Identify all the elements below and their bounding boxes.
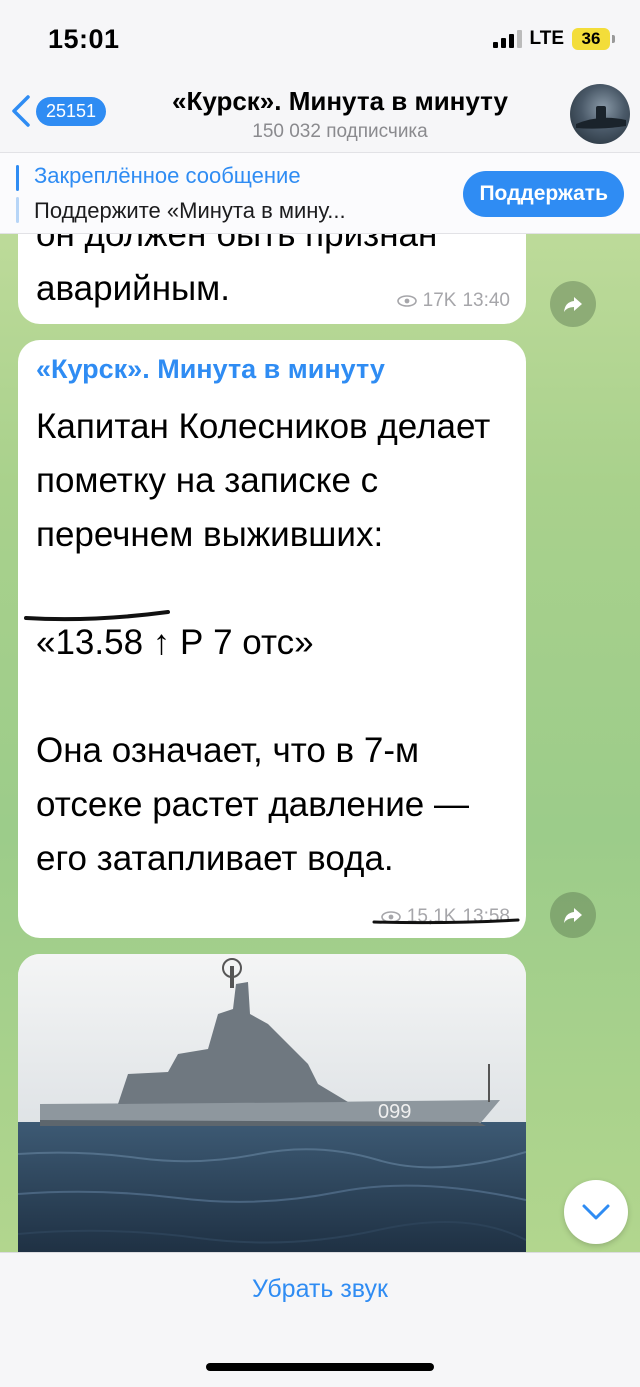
pinned-text: Поддержите «Минута в мину... xyxy=(34,198,346,223)
share-button[interactable] xyxy=(550,281,596,327)
handwritten-underline xyxy=(372,918,520,925)
network-type: LTE xyxy=(529,28,564,49)
submarine-image xyxy=(576,106,626,129)
message-paragraph: Капитан Колесников делает пометку на зап… xyxy=(36,407,491,554)
channel-info[interactable]: «Курск». Минута в минуту 150 032 подписч… xyxy=(130,86,550,143)
scroll-down-button[interactable] xyxy=(564,1180,628,1244)
back-button[interactable]: 25151 xyxy=(10,94,107,128)
message-text: он должен быть признан аварийным. xyxy=(36,234,437,316)
status-time: 15:01 xyxy=(48,24,120,54)
bottom-bar: Убрать звук xyxy=(0,1252,640,1387)
battery-level: 36 xyxy=(581,29,601,48)
handwritten-underline xyxy=(24,610,170,622)
message-line: аварийным. xyxy=(36,269,230,308)
pinned-indicator xyxy=(16,165,19,223)
share-icon xyxy=(564,908,582,923)
subscriber-count: 150 032 подписчика xyxy=(252,121,428,142)
message-paragraph: Она означает, что в 7-м отсеке растет да… xyxy=(36,731,469,878)
message-list[interactable]: он должен быть признан аварийным. 17K 13… xyxy=(0,234,640,1252)
status-bar: 15:01 LTE 36 xyxy=(0,0,640,80)
message-line: он должен быть признан xyxy=(36,234,438,254)
status-indicators: LTE 36 xyxy=(492,28,615,50)
message-meta: 17K 13:40 xyxy=(396,290,510,312)
hull-number: 099 xyxy=(378,1101,411,1123)
pinned-message-bar[interactable]: Закреплённое сообщение Поддержите «Минут… xyxy=(0,152,640,234)
chevron-down-icon xyxy=(582,1204,610,1220)
unread-count-badge: 25151 xyxy=(36,96,107,126)
message-text: Капитан Колесников делает пометку на зап… xyxy=(36,400,516,886)
battery-icon: 36 xyxy=(572,28,615,50)
share-icon xyxy=(564,297,582,312)
photo-message[interactable]: 099 xyxy=(18,954,526,1252)
support-button[interactable]: Поддержать xyxy=(463,171,624,217)
message-author[interactable]: «Курск». Минута в минуту xyxy=(36,354,385,385)
chat-header: 25151 «Курск». Минута в минуту 150 032 п… xyxy=(0,80,640,152)
message-paragraph: «13.58 ↑ Р 7 отс» xyxy=(36,623,314,662)
message-bubble[interactable]: он должен быть признан аварийным. 17K 13… xyxy=(18,234,526,324)
pinned-title: Закреплённое сообщение xyxy=(34,163,301,188)
signal-icon xyxy=(492,30,522,48)
channel-avatar[interactable] xyxy=(570,84,630,144)
warship-photo: 099 xyxy=(18,954,526,1252)
chevron-left-icon xyxy=(12,95,30,127)
share-button[interactable] xyxy=(550,892,596,938)
message-time: 13:40 xyxy=(462,290,510,311)
mute-button[interactable]: Убрать звук xyxy=(0,1275,640,1304)
channel-title: «Курск». Минута в минуту xyxy=(172,86,508,116)
home-indicator[interactable] xyxy=(206,1363,434,1371)
eye-icon xyxy=(396,295,417,307)
view-count: 17K xyxy=(422,290,457,311)
message-bubble[interactable]: «Курск». Минута в минуту Капитан Колесни… xyxy=(18,340,526,938)
